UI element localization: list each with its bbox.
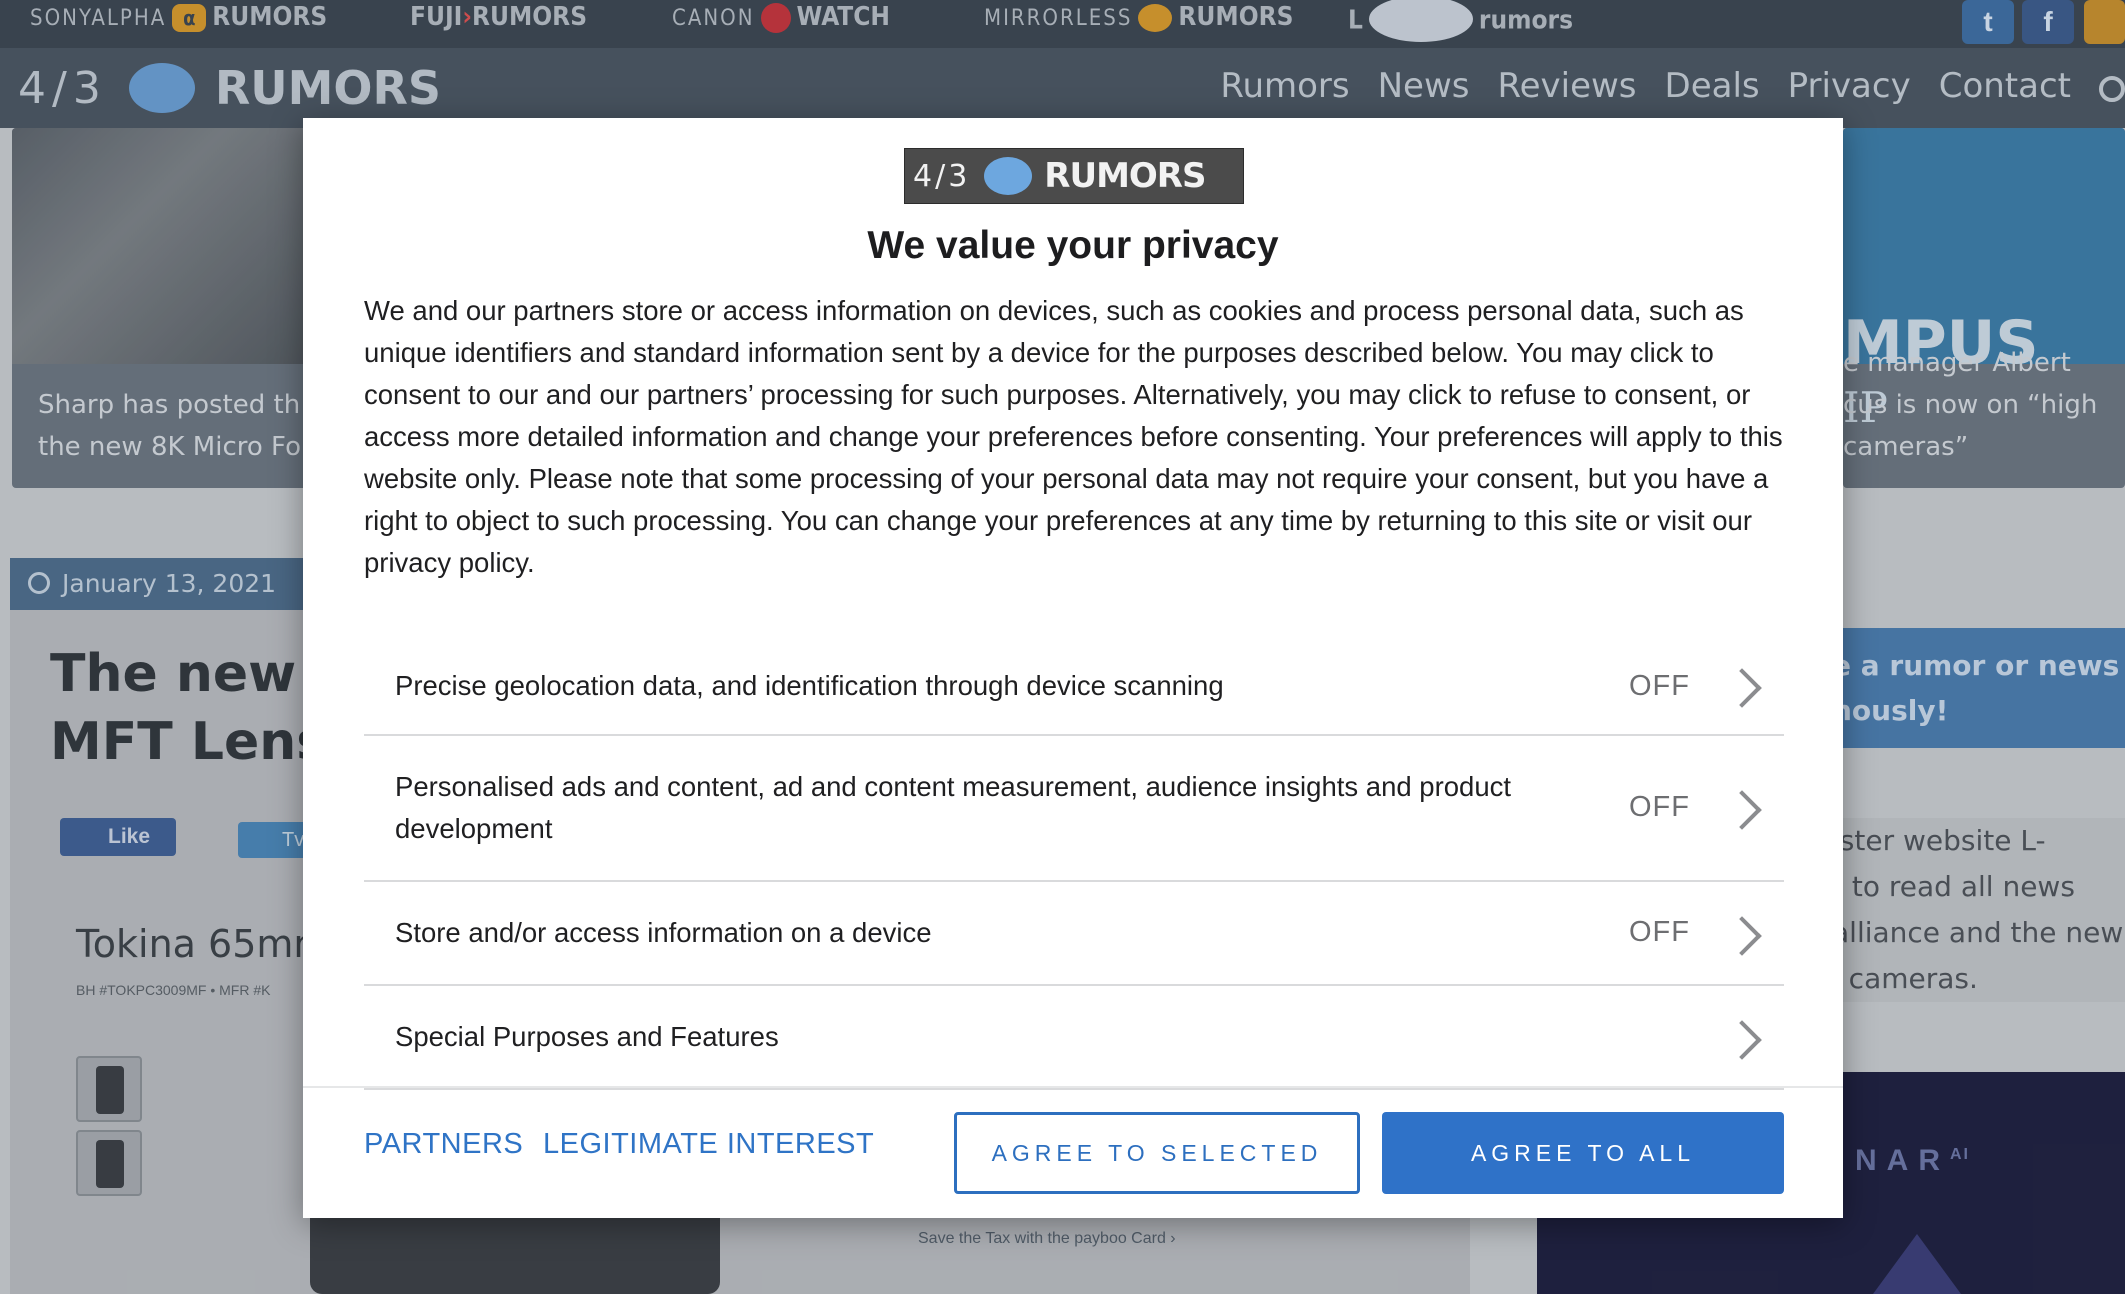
logo-word: RUMORS: [1044, 156, 1206, 196]
agree-to-selected-button[interactable]: AGREE TO SELECTED: [954, 1112, 1360, 1194]
consent-logo: 4/3 RUMORS: [904, 148, 1244, 204]
purpose-label: Special Purposes and Features: [395, 1021, 779, 1052]
agree-to-all-button[interactable]: AGREE TO ALL: [1382, 1112, 1784, 1194]
purpose-row-geolocation[interactable]: Precise geolocation data, and identifica…: [364, 638, 1784, 736]
purpose-state: OFF: [1629, 916, 1690, 948]
purpose-label: Personalised ads and content, ad and con…: [395, 771, 1512, 844]
purpose-row-special-purposes[interactable]: Special Purposes and Features: [364, 986, 1784, 1090]
purpose-state: OFF: [1629, 670, 1690, 702]
speech-bubble-icon: [984, 157, 1033, 195]
partners-link[interactable]: PARTNERS: [364, 1128, 523, 1161]
purpose-state: OFF: [1629, 791, 1690, 823]
purpose-label: Precise geolocation data, and identifica…: [395, 670, 1224, 701]
consent-title: We value your privacy: [867, 224, 1279, 267]
footer-divider: [303, 1086, 1843, 1088]
purpose-row-personalised-ads[interactable]: Personalised ads and content, ad and con…: [364, 736, 1784, 882]
purpose-label: Store and/or access information on a dev…: [395, 917, 932, 948]
logo-fraction: 4/3: [913, 158, 971, 194]
consent-dialog: 4/3 RUMORS We value your privacy We and …: [303, 118, 1843, 1218]
legitimate-interest-link[interactable]: LEGITIMATE INTEREST: [543, 1128, 874, 1161]
chevron-right-icon: [1722, 790, 1762, 830]
purpose-row-store-access[interactable]: Store and/or access information on a dev…: [364, 882, 1784, 986]
consent-body-text: We and our partners store or access info…: [364, 295, 1783, 578]
chevron-right-icon: [1722, 916, 1762, 956]
chevron-right-icon: [1722, 1020, 1762, 1060]
chevron-right-icon: [1722, 668, 1762, 708]
